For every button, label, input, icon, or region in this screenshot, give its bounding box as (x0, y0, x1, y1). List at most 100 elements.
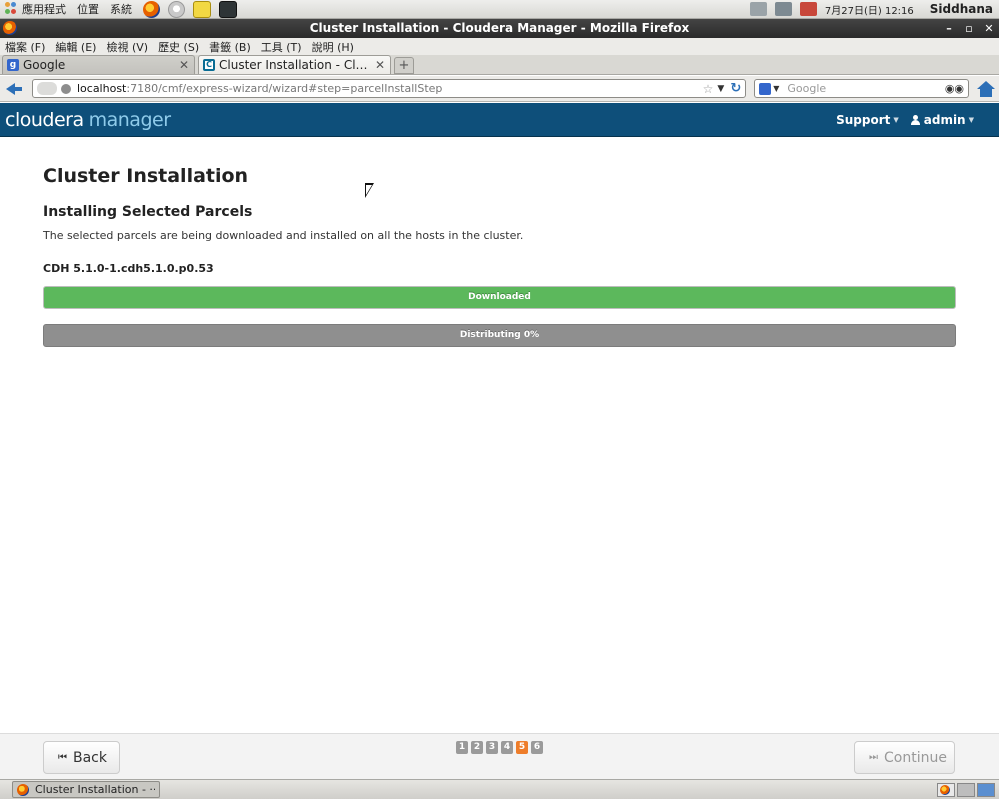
system-menu[interactable]: 系統 (110, 0, 132, 19)
wizard-step[interactable]: 1 (456, 741, 468, 754)
search-input[interactable]: ▼ Google ◉◉ (754, 79, 970, 98)
menu-help[interactable]: 說明 (H) (312, 39, 354, 55)
workspace-3-icon[interactable] (977, 783, 995, 797)
close-tab-icon[interactable]: ✕ (374, 58, 386, 72)
workspace-2-icon[interactable] (957, 783, 975, 797)
taskbar-window-label: Cluster Installation - ··· (35, 783, 155, 796)
tab-strip: g Google ✕ C Cluster Installation - Clou… (0, 55, 999, 75)
wizard-step-indicator: 1 2 3 4 5 6 (456, 741, 543, 754)
back-button[interactable]: ⏮ Back (43, 741, 120, 774)
places-menu[interactable]: 位置 (77, 0, 99, 19)
site-identity-icon[interactable] (36, 82, 57, 95)
wizard-step[interactable]: 5 (516, 741, 528, 754)
gnome-foot-icon (4, 2, 18, 16)
system-menu-label: 系統 (110, 3, 132, 16)
url-bar[interactable]: localhost :7180/cmf/express-wizard/wizar… (31, 79, 747, 98)
globe-icon (60, 83, 71, 94)
step-backward-icon: ⏮ (58, 752, 67, 763)
back-arrow-icon[interactable] (4, 80, 24, 98)
menu-tools[interactable]: 工具 (T) (261, 39, 302, 55)
tab-cluster-installation[interactable]: C Cluster Installation - Cloude... ✕ (198, 55, 391, 74)
bottom-taskbar: Cluster Installation - ··· (0, 779, 999, 799)
url-host: localhost (76, 82, 127, 95)
distribute-progress-bar: Distributing 0% (43, 324, 956, 347)
tab-cluster-installation-label: Cluster Installation - Cloude... (219, 58, 374, 72)
menu-file[interactable]: 檔案 (F) (5, 39, 45, 55)
close-window-icon[interactable]: ✕ (983, 19, 995, 38)
user-menu[interactable]: admin ▼ (910, 112, 974, 127)
applications-menu-label: 應用程式 (22, 3, 66, 16)
window-controls: – ▫ ✕ (943, 19, 995, 38)
page-title: Cluster Installation (43, 165, 249, 187)
workspace-1-icon[interactable] (937, 783, 955, 797)
panel-clock[interactable]: 7月27日(日) 12:16 (825, 2, 914, 17)
back-button-label: Back (73, 749, 107, 766)
close-tab-icon[interactable]: ✕ (178, 58, 190, 72)
logo-word-manager: manager (88, 108, 171, 131)
cloudera-manager-logo[interactable]: cloudera manager (5, 109, 171, 131)
distribute-progress-label: Distributing 0% (459, 330, 540, 340)
wizard-footer: ⏮ Back 1 2 3 4 5 6 ⏭ Continue (0, 733, 999, 779)
wizard-step[interactable]: 6 (531, 741, 543, 754)
mail-launcher-icon[interactable] (168, 0, 185, 18)
parcel-name: CDH 5.1.0-1.cdh5.1.0.p0.53 (43, 262, 214, 275)
maximize-icon[interactable]: ▫ (963, 19, 975, 38)
google-favicon-icon: g (7, 59, 19, 71)
url-path: :7180/cmf/express-wizard/wizard#step=par… (126, 82, 443, 95)
download-progress-label: Downloaded (468, 292, 531, 302)
section-title: Installing Selected Parcels (43, 204, 253, 220)
panel-user[interactable]: Siddhana (930, 2, 993, 16)
volume-tray-icon[interactable] (774, 2, 792, 16)
url-dropdown-icon[interactable]: ▼ (717, 84, 724, 94)
tab-google-label: Google (23, 58, 66, 72)
wizard-step[interactable]: 2 (471, 741, 483, 754)
search-engine-icon[interactable] (759, 82, 772, 95)
mouse-cursor-icon (365, 183, 374, 198)
support-menu-label: Support (836, 112, 891, 127)
step-forward-icon: ⏭ (869, 752, 878, 763)
taskbar-firefox-window[interactable]: Cluster Installation - ··· (12, 781, 160, 798)
update-tray-icon[interactable] (799, 2, 817, 16)
search-binoculars-icon[interactable]: ◉◉ (945, 82, 964, 95)
new-tab-plus-icon[interactable]: + (394, 57, 414, 74)
continue-button[interactable]: ⏭ Continue (854, 741, 955, 774)
minimize-icon[interactable]: – (943, 19, 955, 38)
home-icon[interactable] (977, 80, 995, 97)
support-menu[interactable]: Support ▼ (836, 113, 899, 127)
network-tray-icon[interactable] (749, 2, 767, 16)
caret-down-icon: ▼ (893, 115, 899, 124)
user-menu-label: admin (923, 112, 966, 127)
top-panel: 應用程式 位置 系統 7月27日(日) 12:16 Siddhana (0, 0, 999, 19)
firefox-taskbar-icon (17, 783, 29, 796)
menu-view[interactable]: 檢視 (V) (106, 39, 148, 55)
window-title: Cluster Installation - Cloudera Manager … (309, 21, 690, 35)
bookmark-star-icon[interactable]: ☆ (703, 82, 714, 96)
navigation-bar: localhost :7180/cmf/express-wizard/wizar… (0, 76, 999, 102)
wizard-step[interactable]: 3 (486, 741, 498, 754)
applications-menu[interactable]: 應用程式 (4, 0, 66, 19)
logo-word-cloudera: cloudera (5, 108, 84, 131)
browser-menu-bar: 檔案 (F) 編輯 (E) 檢視 (V) 歷史 (S) 書籤 (B) 工具 (T… (0, 38, 999, 55)
terminal-launcher-icon[interactable] (219, 0, 237, 18)
firefox-launcher-icon[interactable] (143, 0, 160, 18)
user-icon (910, 114, 920, 125)
caret-down-icon: ▼ (968, 115, 974, 124)
cloudera-header: cloudera manager Support ▼ admin ▼ (0, 103, 999, 137)
download-progress-bar: Downloaded (43, 286, 956, 309)
places-menu-label: 位置 (77, 3, 99, 16)
menu-edit[interactable]: 編輯 (E) (55, 39, 96, 55)
firefox-window-icon[interactable] (3, 21, 17, 35)
window-title-bar[interactable]: Cluster Installation - Cloudera Manager … (0, 19, 999, 38)
menu-history[interactable]: 歷史 (S) (158, 39, 199, 55)
search-placeholder: Google (787, 82, 827, 95)
menu-bookmarks[interactable]: 書籤 (B) (209, 39, 251, 55)
section-description: The selected parcels are being downloade… (43, 229, 524, 242)
search-engine-dropdown-icon[interactable]: ▼ (773, 84, 779, 93)
continue-button-label: Continue (884, 749, 947, 766)
cloudera-favicon-icon: C (203, 59, 215, 71)
tab-google[interactable]: g Google ✕ (2, 55, 195, 74)
notes-launcher-icon[interactable] (193, 0, 211, 18)
main-content: Cluster Installation Installing Selected… (43, 137, 956, 347)
reload-icon[interactable]: ↻ (730, 81, 741, 96)
wizard-step[interactable]: 4 (501, 741, 513, 754)
